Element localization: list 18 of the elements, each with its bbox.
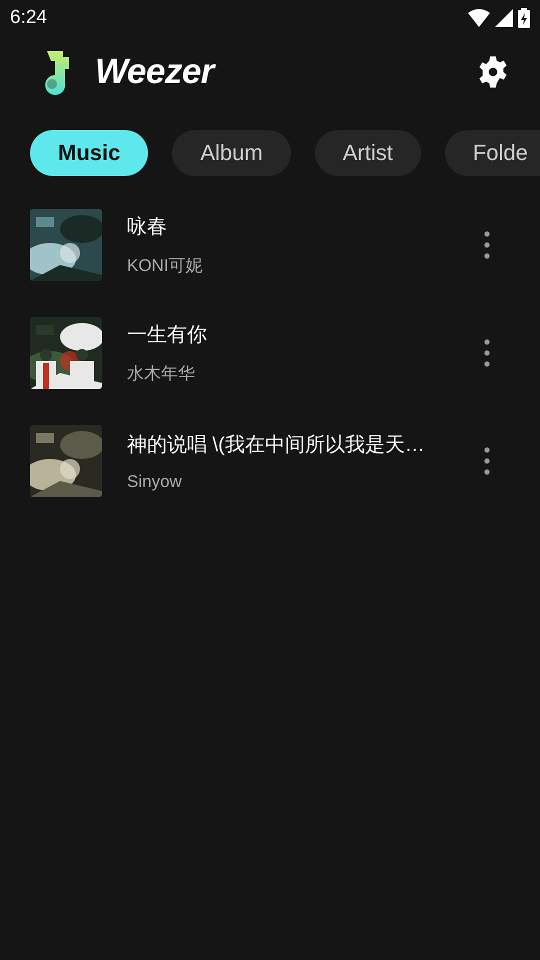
signal-icon — [495, 9, 513, 27]
tab[interactable]: Album — [172, 130, 291, 176]
tab[interactable]: Music — [30, 130, 148, 176]
battery-icon — [518, 8, 530, 28]
tab[interactable]: Folde — [444, 130, 540, 176]
more-options-icon[interactable] — [483, 447, 491, 475]
tab[interactable]: Artist — [314, 130, 421, 176]
more-options-icon[interactable] — [483, 231, 491, 259]
song-title: 一生有你 — [127, 323, 208, 348]
artist-name: 水木年华 — [127, 363, 196, 385]
artist-name: Sinyow — [127, 472, 183, 492]
wifi-icon — [468, 9, 490, 27]
more-options-icon[interactable] — [483, 339, 491, 367]
app-title: Weezer — [95, 52, 217, 92]
song-title: 神的说唱 \(我在中间所以我是天… — [127, 432, 426, 458]
artist-name: KONI可妮 — [127, 255, 204, 277]
status-time: 6:24 — [10, 7, 47, 29]
song-title: 咏春 — [127, 215, 168, 240]
